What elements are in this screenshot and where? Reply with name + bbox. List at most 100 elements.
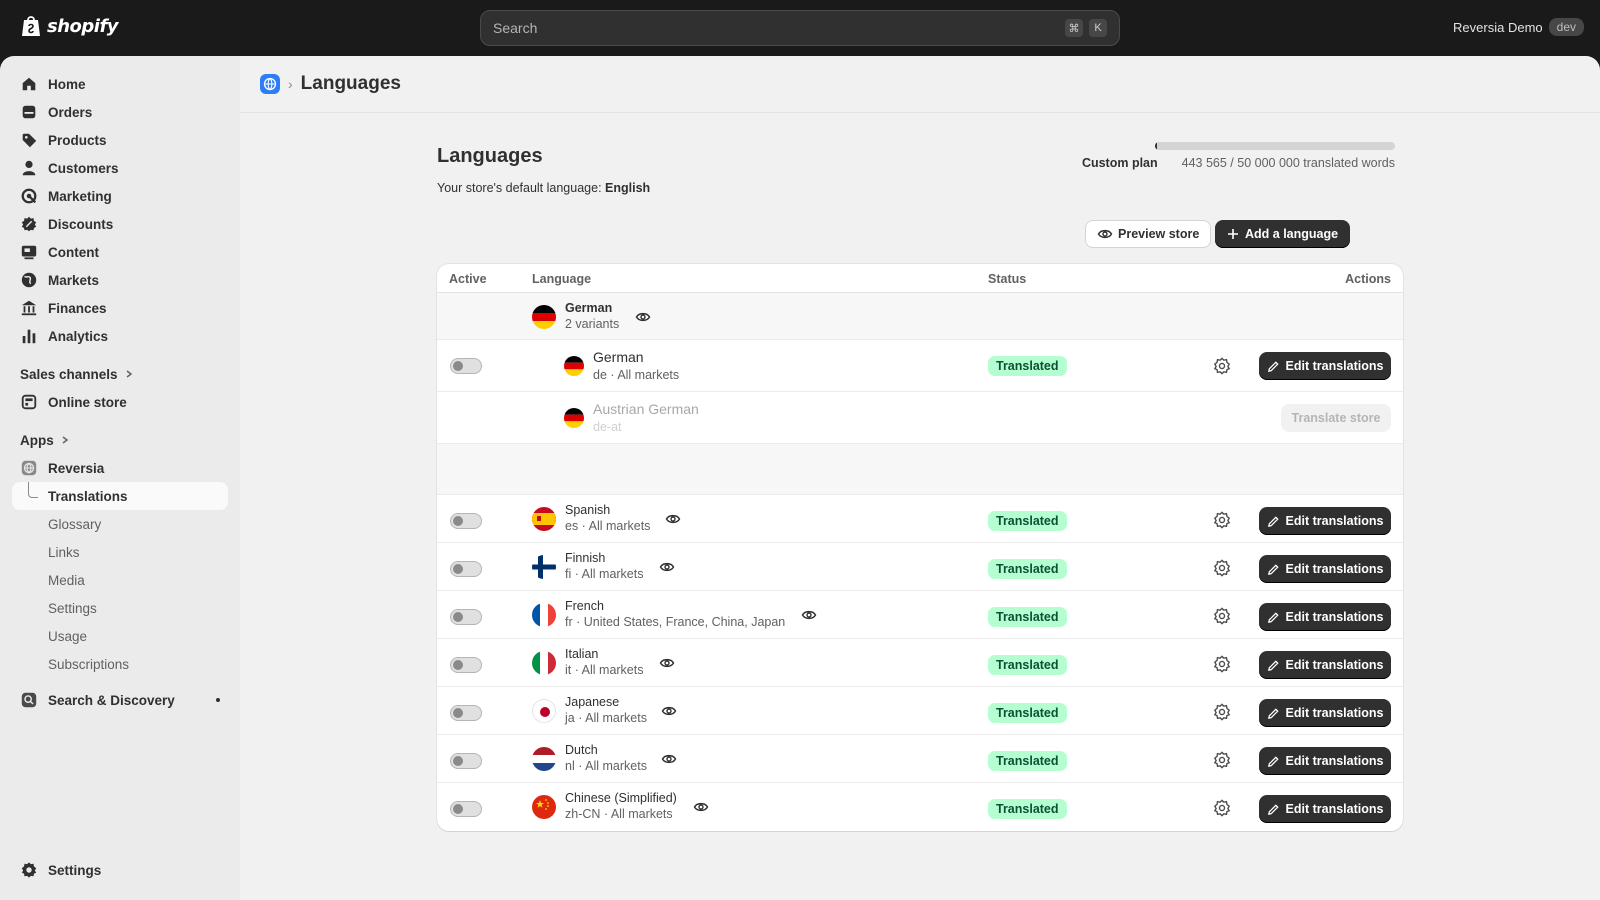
apps-heading[interactable]: Apps: [12, 426, 228, 454]
eye-icon[interactable]: [661, 703, 677, 719]
language-name: Spanish: [565, 503, 611, 517]
status-badge: Translated: [988, 511, 1067, 531]
active-toggle[interactable]: [450, 513, 482, 529]
gear-icon[interactable]: [1213, 511, 1231, 529]
sidebar-item-reversia[interactable]: Reversia: [12, 454, 228, 482]
sidebar-subitem-glossary[interactable]: Glossary: [12, 510, 228, 538]
sidebar-item-label: Products: [48, 132, 107, 148]
command-key: ⌘: [1065, 19, 1083, 37]
sidebar-item-finances[interactable]: Finances: [12, 294, 228, 322]
gear-icon[interactable]: [1213, 799, 1231, 817]
edit-translations-button[interactable]: Edit translations: [1259, 603, 1391, 631]
active-toggle[interactable]: [450, 358, 482, 374]
flag-zh-icon: [532, 795, 556, 819]
gear-icon: [21, 862, 37, 878]
translate-store-label: Translate store: [1291, 411, 1381, 425]
pencil-icon: [1267, 515, 1279, 527]
eye-icon[interactable]: [635, 309, 651, 325]
edit-translations-button[interactable]: Edit translations: [1259, 795, 1391, 823]
add-language-button[interactable]: Add a language: [1215, 220, 1351, 248]
sidebar-item-home[interactable]: Home: [12, 70, 228, 98]
sidebar-item-analytics[interactable]: Analytics: [12, 322, 228, 350]
plus-icon: [1228, 229, 1238, 239]
sidebar-item-discounts[interactable]: Discounts: [12, 210, 228, 238]
sidebar-item-label: Reversia: [48, 460, 105, 476]
reversia-globe-icon[interactable]: [260, 74, 280, 94]
logo-wordmark: shopify: [47, 15, 119, 37]
edit-translations-button[interactable]: Edit translations: [1259, 352, 1391, 380]
language-name: Austrian German: [593, 401, 699, 417]
active-toggle[interactable]: [450, 753, 482, 769]
gear-icon[interactable]: [1213, 703, 1231, 721]
sales-channels-heading[interactable]: Sales channels: [12, 360, 228, 388]
eye-icon[interactable]: [659, 559, 675, 575]
gear-icon[interactable]: [1213, 655, 1231, 673]
gear-icon[interactable]: [1213, 357, 1231, 375]
language-code-markets: fr · United States, France, China, Japan: [565, 615, 786, 629]
edit-translations-button[interactable]: Edit translations: [1259, 699, 1391, 727]
content-icon: [21, 245, 37, 260]
active-toggle[interactable]: [450, 609, 482, 625]
sidebar-item-products[interactable]: Products: [12, 126, 228, 154]
eye-icon[interactable]: [659, 655, 675, 671]
sidebar-item-online-store[interactable]: Online store: [12, 388, 228, 416]
edit-translations-button[interactable]: Edit translations: [1259, 507, 1391, 535]
flag-fi-icon: [532, 555, 556, 579]
sidebar-item-label: Marketing: [48, 188, 112, 204]
gear-icon[interactable]: [1213, 559, 1231, 577]
edit-translations-label: Edit translations: [1285, 359, 1384, 373]
active-toggle[interactable]: [450, 561, 482, 577]
language-code-markets: zh-CN · All markets: [565, 807, 673, 821]
add-language-label: Add a language: [1245, 227, 1339, 241]
sidebar-item-label: Discounts: [48, 216, 114, 232]
active-toggle[interactable]: [450, 801, 482, 817]
globe-icon: [21, 272, 37, 288]
breadcrumb-separator: ›: [288, 76, 293, 92]
gear-icon[interactable]: [1213, 607, 1231, 625]
flag-de-icon: [564, 408, 584, 428]
language-row-austrian-german: Austrian German de-at Translate store: [437, 392, 1403, 444]
eye-icon[interactable]: [801, 607, 817, 623]
sidebar-item-label: Online store: [48, 394, 127, 410]
group-spacer: [437, 444, 1403, 495]
eye-icon[interactable]: [661, 751, 677, 767]
sidebar-subitem-translations[interactable]: Translations: [12, 482, 228, 510]
flag-es-icon: [532, 507, 556, 531]
default-language-value: English: [605, 181, 651, 195]
flag-nl-icon: [532, 747, 556, 771]
page-title: Languages: [437, 145, 543, 167]
sidebar-item-orders[interactable]: Orders: [12, 98, 228, 126]
gear-icon[interactable]: [1213, 751, 1231, 769]
sidebar-item-settings[interactable]: Settings: [12, 856, 228, 884]
eye-icon[interactable]: [693, 799, 709, 815]
sidebar-item-markets[interactable]: Markets: [12, 266, 228, 294]
active-toggle[interactable]: [450, 705, 482, 721]
status-badge: Translated: [988, 799, 1067, 819]
sidebar-subitem-links[interactable]: Links: [12, 538, 228, 566]
plan-name: Custom plan: [1081, 156, 1158, 170]
account-menu[interactable]: Reversia Demo dev: [1453, 18, 1584, 36]
edit-translations-button[interactable]: Edit translations: [1259, 555, 1391, 583]
preview-store-button[interactable]: Preview store: [1085, 220, 1212, 248]
plan-usage: Custom plan 443 565 / 50 000 000 transla…: [1082, 142, 1395, 170]
sidebar-item-search-discovery[interactable]: Search & Discovery: [12, 686, 228, 714]
sidebar-subitem-settings[interactable]: Settings: [12, 594, 228, 622]
active-toggle[interactable]: [450, 657, 482, 673]
edit-translations-button[interactable]: Edit translations: [1259, 747, 1391, 775]
target-icon: [21, 188, 37, 204]
sidebar-item-marketing[interactable]: Marketing: [12, 182, 228, 210]
sidebar-item-content[interactable]: Content: [12, 238, 228, 266]
sidebar-subitem-subscriptions[interactable]: Subscriptions: [12, 650, 228, 678]
translate-store-button[interactable]: Translate store: [1281, 404, 1391, 432]
search-placeholder: Search: [493, 20, 538, 36]
sidebar-subitem-usage[interactable]: Usage: [12, 622, 228, 650]
shopify-logo[interactable]: shopify: [20, 14, 119, 38]
status-badge: Translated: [988, 607, 1067, 627]
eye-icon[interactable]: [665, 511, 681, 527]
sidebar-subitem-media[interactable]: Media: [12, 566, 228, 594]
language-name: Finnish: [565, 551, 606, 565]
sidebar-item-customers[interactable]: Customers: [12, 154, 228, 182]
sidebar-subitem-label: Usage: [48, 628, 88, 644]
search-input[interactable]: Search ⌘ K: [480, 10, 1120, 46]
edit-translations-button[interactable]: Edit translations: [1259, 651, 1391, 679]
